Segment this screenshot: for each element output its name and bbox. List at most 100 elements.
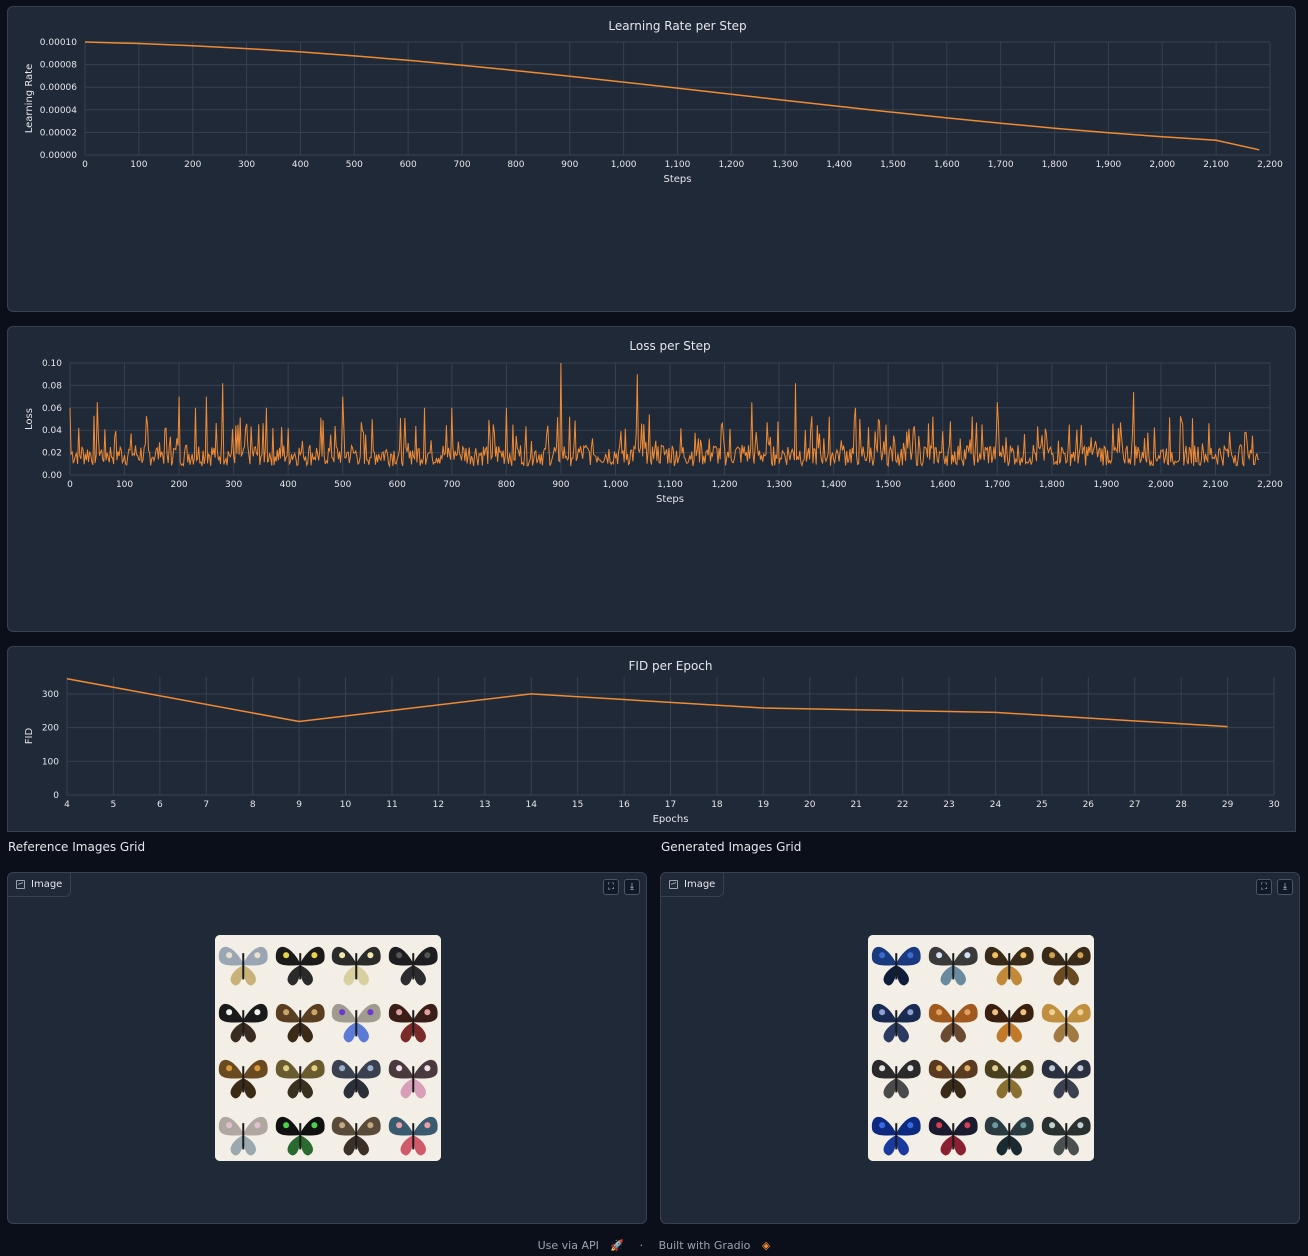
x-tick-label: 22 [897,800,908,810]
butterfly-image [384,1048,441,1105]
x-tick-label: 27 [1129,800,1140,810]
butterfly-image [328,935,385,992]
x-axis-label: Epochs [653,814,689,825]
x-tick-label: 600 [400,160,417,170]
x-tick-label: 200 [184,160,201,170]
x-tick-label: 19 [758,800,770,810]
x-tick-label: 100 [130,160,147,170]
loss-chart: Loss per Step 0 100 200 300 400 500 600 700 800 90… [24,339,1283,505]
fullscreen-icon: ⛶ [1260,882,1268,892]
fullscreen-button[interactable]: ⛶ [1256,879,1272,895]
x-tick-label: 16 [618,800,630,810]
butterfly-image [1037,1104,1094,1161]
y-tick-label: 0.00006 [40,83,77,93]
learning-rate-chart: Learning Rate per Step 0 100 200 300 400 500 60… [24,19,1283,185]
y-tick-label: 0.00000 [40,151,77,161]
x-tick-label: 0 [67,480,73,490]
butterfly-image [328,991,385,1048]
x-tick-label: 1,200 [712,480,738,490]
x-tick-label: 800 [498,480,515,490]
x-tick-label: 4 [64,800,70,810]
butterfly-image [384,1104,441,1161]
x-tick-label: 1,600 [934,160,960,170]
butterfly-image [384,991,441,1048]
y-tick-label: 0.00010 [40,38,77,48]
reference-images-label: Reference Images Grid [8,840,146,854]
fullscreen-button[interactable]: ⛶ [603,879,619,895]
butterfly-image [868,935,925,992]
x-tick-label: 1,700 [988,160,1014,170]
x-tick-label: 1,600 [930,480,956,490]
x-tick-label: 2,000 [1149,160,1175,170]
butterfly-image [1037,991,1094,1048]
x-tick-label: 7 [203,800,209,810]
x-tick-label: 2,200 [1257,480,1283,490]
x-tick-label: 23 [943,800,954,810]
reference-image-grid[interactable] [215,935,441,1161]
generated-image-grid[interactable] [868,935,1094,1161]
x-tick-label: 2,200 [1257,160,1283,170]
x-tick-label: 15 [572,800,583,810]
x-tick-label: 29 [1222,800,1234,810]
x-tick-label: 1,900 [1093,480,1119,490]
use-via-api-link[interactable]: Use via API 🚀 [534,1239,628,1252]
x-tick-label: 2,000 [1148,480,1174,490]
chart-title: FID per Epoch [629,659,713,673]
x-tick-label: 1,700 [984,480,1010,490]
butterfly-image [215,1048,272,1105]
x-tick-label: 2,100 [1203,160,1229,170]
x-tick-label: 500 [334,480,351,490]
y-axis-label: Learning Rate [24,64,35,134]
generated-image-panel: Image ⛶ ⤓ [660,872,1300,1224]
fullscreen-icon: ⛶ [607,882,615,892]
x-tick-label: 900 [552,480,569,490]
download-icon: ⤓ [630,882,634,892]
butterfly-image [924,1048,981,1105]
x-tick-label: 6 [157,800,163,810]
learning-rate-chart-panel: Learning Rate per Step 0 100 200 300 400 500 60… [7,6,1296,312]
butterfly-image [1037,935,1094,992]
x-tick-label: 26 [1083,800,1095,810]
x-axis-label: Steps [664,174,692,185]
butterfly-image [271,1104,328,1161]
x-tick-label: 1,000 [603,480,629,490]
x-axis-label: Steps [656,494,684,505]
series-line [69,362,1260,468]
chart-title: Loss per Step [629,339,710,353]
x-tick-label: 600 [389,480,406,490]
x-tick-label: 1,900 [1096,160,1122,170]
butterfly-image [271,1048,328,1105]
y-axis-label: Loss [24,408,35,430]
chart-title: Learning Rate per Step [608,19,746,33]
butterfly-image [1037,1048,1094,1105]
butterfly-image [924,935,981,992]
x-tick-label: 1,100 [665,160,691,170]
y-tick-label: 0.00008 [40,61,77,71]
x-tick-label: 1,800 [1042,160,1068,170]
x-tick-label: 8 [250,800,256,810]
x-tick-label: 14 [526,800,538,810]
loss-chart-panel: Loss per Step 0 100 200 300 400 500 600 700 800 90… [7,326,1296,632]
y-tick-label: 0.00 [42,471,62,481]
x-tick-label: 400 [292,160,309,170]
x-tick-label: 300 [238,160,255,170]
y-tick-label: 0 [53,791,59,801]
built-with-gradio-link[interactable]: Built with Gradio ◈ [655,1239,775,1252]
download-button[interactable]: ⤓ [1277,879,1293,895]
image-tag: Image [8,873,72,897]
butterfly-image [271,991,328,1048]
y-tick-label: 0.04 [42,426,62,436]
butterfly-image [924,1104,981,1161]
butterfly-image [981,1104,1038,1161]
butterfly-image [924,991,981,1048]
y-tick-label: 100 [42,757,59,767]
generated-images-label: Generated Images Grid [661,840,802,854]
x-tick-label: 12 [433,800,444,810]
download-button[interactable]: ⤓ [624,879,640,895]
butterfly-image [981,991,1038,1048]
x-tick-label: 10 [340,800,352,810]
footer: Use via API 🚀 · Built with Gradio ◈ [0,1239,1308,1252]
y-tick-label: 0.00004 [40,106,77,116]
x-tick-label: 30 [1268,800,1280,810]
y-tick-label: 0.08 [42,381,62,391]
